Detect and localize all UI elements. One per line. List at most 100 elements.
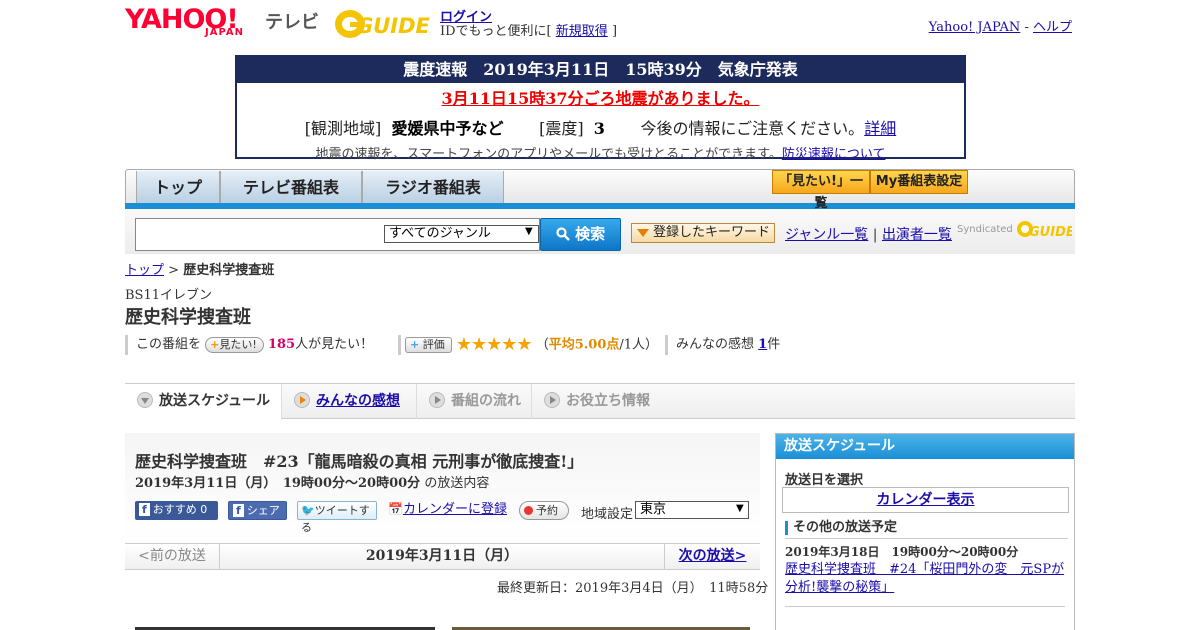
rating-stat: + 評価 ★★★★★ （平均5.00点/1人）	[405, 335, 658, 356]
region-select[interactable]: 東京	[635, 501, 749, 519]
stats-bar-3	[665, 335, 668, 355]
breadcrumb-separator: >	[168, 263, 180, 278]
tab-program-flow[interactable]: 番組の流れ	[417, 384, 532, 419]
breadcrumb-top-link[interactable]: トップ	[125, 263, 164, 278]
triangle-down-icon	[637, 228, 649, 237]
station-name: BS11イレブン	[125, 288, 213, 303]
earthquake-detail: [観測地域] 愛媛県中予など [震度] 3 今後の情報にご注意ください。詳細	[237, 115, 964, 139]
comments-suffix: 件	[767, 337, 781, 352]
want-count: 185	[267, 337, 296, 352]
intensity-value: 3	[593, 119, 605, 138]
calendar-register-link[interactable]: 📅カレンダーに登録	[388, 501, 513, 520]
stats-bar-1	[125, 335, 128, 355]
other-schedule-link[interactable]: 歴史科学捜査班 #24「桜田門外の変 元SPが分析!襲撃の秘策」	[785, 561, 1070, 597]
episode-datetime-suffix: の放送内容	[424, 476, 490, 491]
registered-keyword-button[interactable]: 登録したキーワード	[631, 223, 775, 243]
tab-label: 番組の流れ	[451, 393, 521, 409]
recommend-count: 0	[200, 503, 208, 516]
genre-links: ジャンル一覧 | 出演者一覧	[785, 224, 952, 244]
genre-list-link[interactable]: ジャンル一覧	[785, 227, 868, 243]
detail-link[interactable]: 詳細	[864, 119, 896, 138]
play-arrow-icon	[544, 392, 560, 408]
link-separator: |	[872, 227, 878, 243]
sidebar-title: 放送スケジュール	[776, 434, 1074, 459]
play-arrow-icon	[294, 392, 310, 408]
other-schedule-heading: その他の放送予定	[785, 519, 1068, 539]
search-button-label: 検索	[575, 225, 606, 243]
other-schedule-date: 2019年3月18日 19時00分～20時00分	[785, 545, 1019, 559]
region-setting-label: 地域設定	[581, 507, 634, 522]
my-schedule-button[interactable]: My番組表設定	[870, 170, 968, 194]
chevron-down-icon: ▼	[736, 503, 744, 514]
caution-text: 今後の情報にご注意ください。	[640, 119, 865, 138]
header-right-links: Yahoo! JAPAN - ヘルプ	[929, 16, 1072, 35]
nav-tab-radio-schedule[interactable]: ラジオ番組表	[362, 171, 504, 204]
stats-bar-2	[398, 335, 401, 355]
want-stat: この番組を +見たい! 185人が見たい！	[136, 335, 373, 355]
breadcrumb: トップ > 歴史科学捜査班	[125, 259, 274, 278]
comments-stat: みんなの感想 1件	[676, 335, 780, 355]
nav-tab-top[interactable]: トップ	[136, 171, 220, 204]
rating-button[interactable]: + 評価	[405, 337, 452, 353]
tab-broadcast-schedule[interactable]: 放送スケジュール	[125, 384, 282, 420]
syndicated-gguide-logo: Syndicated GUIDE	[957, 218, 1075, 240]
earthquake-note: 地震の速報を、スマートフォンのアプリやメールでも受けとることができます。防災速報…	[237, 143, 964, 162]
want-button-label: 見たい!	[219, 337, 257, 351]
disaster-alert-link[interactable]: 防災速報について	[782, 147, 886, 162]
help-link[interactable]: ヘルプ	[1033, 20, 1072, 35]
current-broadcast-date: 2019年3月11日（月）	[365, 548, 519, 564]
new-signup-link[interactable]: 新規取得	[556, 24, 608, 39]
yahoo-japan-logo-text: JAPAN	[205, 27, 244, 38]
tab-label: お役立ち情報	[566, 393, 650, 409]
chevron-down-icon	[137, 392, 153, 408]
id-suffix-text: ]	[611, 24, 618, 39]
calendar-display-label: カレンダー表示	[876, 492, 975, 508]
tab-useful-info[interactable]: お役立ち情報	[532, 384, 672, 419]
earthquake-header: 震度速報 2019年3月11日 15時39分 気象庁発表	[237, 57, 964, 83]
want-list-button[interactable]: 「見たい!」一覧	[772, 170, 870, 211]
chevron-down-icon: ▼	[525, 226, 533, 237]
search-icon	[556, 227, 570, 241]
calendar-display-button[interactable]: カレンダー表示	[782, 487, 1069, 513]
earthquake-alert-box: 震度速報 2019年3月11日 15時39分 気象庁発表 3月11日15時37分…	[235, 55, 966, 162]
rating-button-label: 評価	[422, 338, 445, 351]
date-select-label: 放送日を選択	[785, 473, 864, 488]
facebook-icon: f	[139, 503, 150, 516]
prev-broadcast: <前の放送	[125, 543, 220, 570]
episode-datetime: 2019年3月11日（月） 19時00分～20時00分	[135, 476, 421, 491]
gguide-logo-text: GUIDE	[356, 14, 431, 38]
play-arrow-icon	[429, 392, 445, 408]
genre-select[interactable]: すべてのジャンル	[384, 225, 539, 243]
nav-tab-tv-schedule[interactable]: テレビ番組表	[220, 171, 362, 204]
plus-icon: +	[410, 338, 420, 351]
next-broadcast-link[interactable]: 次の放送>	[664, 543, 760, 570]
facebook-share-button[interactable]: f シェア	[228, 501, 287, 520]
earthquake-alert-link[interactable]: 3月11日15時37分ごろ地震がありました。	[442, 89, 760, 108]
want-suffix: 人が見たい！	[295, 337, 374, 352]
gguide-logo[interactable]: GUIDE	[334, 7, 432, 41]
record-icon	[524, 506, 533, 515]
tab-label: みんなの感想	[316, 393, 400, 409]
search-button[interactable]: 検索	[540, 218, 621, 251]
id-signup-line: IDでもっと便利に[ 新規取得 ]	[440, 20, 617, 39]
rating-open: （	[535, 337, 549, 353]
facebook-recommend-button[interactable]: f おすすめ 0	[135, 501, 218, 520]
yahoo-japan-link[interactable]: Yahoo! JAPAN	[929, 20, 1021, 35]
tv-label: テレビ	[265, 12, 319, 33]
sidebar-divider	[785, 606, 1065, 607]
content-tabs: 放送スケジュール みんなの感想 番組の流れ お役立ち情報	[125, 383, 1075, 420]
rating-average: 平均5.00点	[548, 337, 620, 353]
rating-stars: ★★★★★	[455, 334, 533, 355]
performer-list-link[interactable]: 出演者一覧	[882, 227, 952, 243]
other-schedule-title: 歴史科学捜査班 #24「桜田門外の変 元SPが分析!襲撃の秘策」	[785, 562, 1065, 595]
tab-everyone-impressions[interactable]: みんなの感想	[282, 384, 417, 419]
svg-text:GUIDE: GUIDE	[1029, 225, 1072, 240]
facebook-icon: f	[233, 504, 244, 517]
breadcrumb-current: 歴史科学捜査班	[183, 263, 275, 278]
page-title: 歴史科学捜査班	[125, 307, 251, 328]
comments-count-link[interactable]: 1	[758, 337, 767, 352]
reserve-button[interactable]: 予約	[519, 501, 569, 520]
want-button[interactable]: +見たい!	[205, 336, 264, 353]
tweet-button[interactable]: 🐦ツイートする	[297, 501, 377, 534]
id-prefix-text: IDでもっと便利に[	[440, 24, 552, 39]
